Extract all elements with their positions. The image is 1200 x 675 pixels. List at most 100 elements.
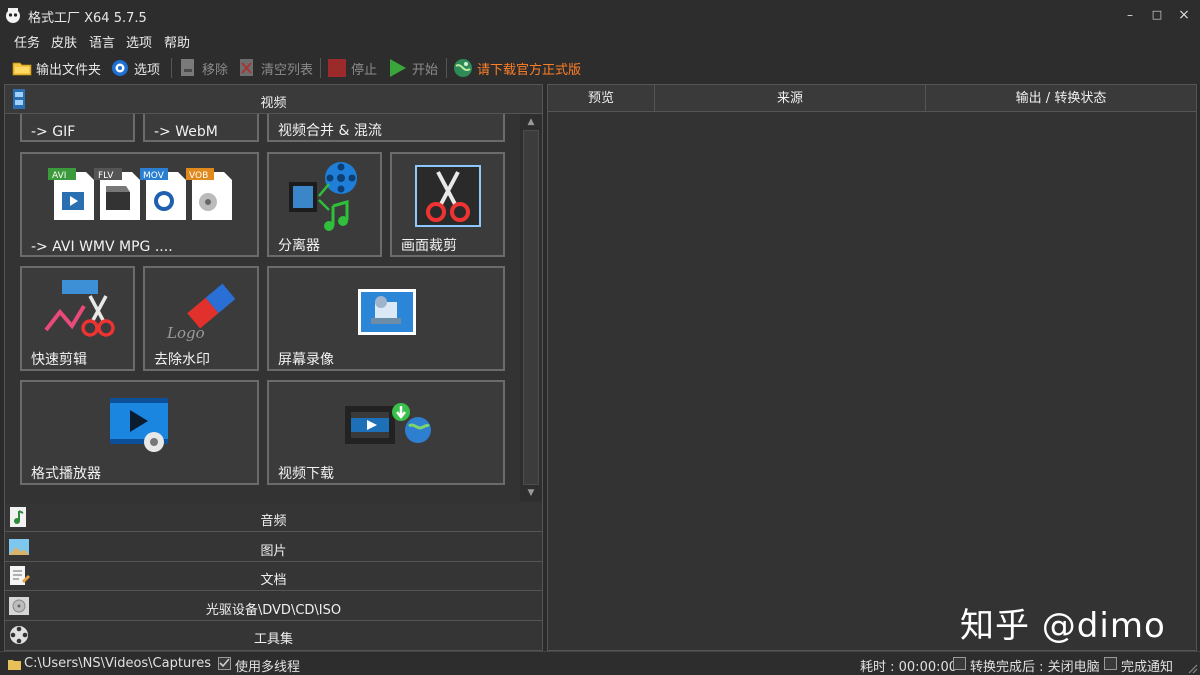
toolbar-divider [171,58,172,78]
stop-button[interactable]: 停止 [327,54,377,82]
tile-format-player[interactable]: 格式播放器 [20,380,259,485]
tiles-scrollbar[interactable]: ▲ ▼ [520,114,542,501]
menu-language[interactable]: 语言 [89,32,115,51]
remove-label: 移除 [202,62,229,78]
video-format-files-icon: AVI FLV MOV VOB [48,168,232,220]
tile-to-avi-label: -> AVI WMV MPG .... [31,239,173,255]
stop-label: 停止 [351,62,378,78]
media-player-icon [110,398,168,452]
svg-text:FLV: FLV [98,171,114,181]
tile-to-gif[interactable]: -> GIF [20,114,135,142]
remove-button[interactable]: 移除 [178,54,228,82]
category-tools[interactable]: 工具集 [5,621,542,650]
tile-remove-watermark[interactable]: Logo 去除水印 [143,266,259,371]
multithread-checkbox[interactable] [218,657,231,670]
after-convert-checkbox[interactable] [953,657,966,670]
scroll-up-arrow-icon[interactable]: ▲ [520,114,542,130]
tile-screen-record-label: 屏幕录像 [278,352,334,368]
tile-splitter-label: 分离器 [278,238,320,254]
scissors-crop-icon [415,165,481,227]
eraser-icon: Logo [166,283,236,342]
download-official-label: 请下载官方正式版 [477,62,582,78]
close-button[interactable]: × [1170,4,1198,26]
globe-icon [454,59,472,77]
category-disc[interactable]: 光驱设备\DVD\CD\ISO [5,592,542,621]
output-path[interactable]: C:\Users\NS\Videos\Captures [24,656,211,671]
minimize-button[interactable]: – [1116,4,1144,26]
notify-label: 完成通知 [1121,660,1174,675]
tile-format-player-label: 格式播放器 [31,466,101,482]
output-folder-label: 输出文件夹 [36,62,102,78]
menu-bar: 任务 皮肤 语言 选项 帮助 [0,30,1200,52]
status-bar: C:\Users\NS\Videos\Captures 使用多线程 耗时 : 0… [0,651,1200,675]
gear-icon [112,60,128,76]
toolbar: 输出文件夹 选项 移除 清空列表 停止 开始 请下载官方正式版 [0,52,1200,84]
stop-icon [328,59,346,77]
toolbar-divider [320,58,321,78]
category-video[interactable]: 视频 [5,85,542,114]
tile-splitter[interactable]: 分离器 [267,152,382,257]
checkmark-icon [219,658,230,668]
elapsed-time: 耗时 : 00:00:00 [860,660,958,675]
menu-options[interactable]: 选项 [126,32,152,51]
tile-crop[interactable]: 画面裁剪 [390,152,505,257]
document-remove-icon [181,59,194,76]
svg-text:VOB: VOB [189,171,208,181]
tile-remove-watermark-label: 去除水印 [154,352,210,368]
tile-crop-label: 画面裁剪 [401,238,457,254]
clear-list-label: 清空列表 [261,62,314,78]
start-button[interactable]: 开始 [388,54,438,82]
category-document[interactable]: 文档 [5,562,542,591]
menu-help[interactable]: 帮助 [164,32,190,51]
play-icon [390,59,406,77]
category-audio[interactable]: 音频 [5,503,542,532]
menu-skin[interactable]: 皮肤 [51,32,77,51]
category-video-label: 视频 [260,96,287,111]
column-source[interactable]: 来源 [655,85,926,112]
folder-icon [8,660,21,670]
folder-icon [12,62,32,76]
download-official-link[interactable]: 请下载官方正式版 [453,54,581,82]
function-panel: 视频 -> GIF -> WebM 视频合并 & 混流 AVI FLV MOV … [4,84,543,651]
app-logo-icon [6,8,20,23]
video-download-icon [345,403,431,444]
tile-quick-clip[interactable]: 快速剪辑 [20,266,135,371]
tile-video-download-label: 视频下载 [278,466,334,482]
start-label: 开始 [412,62,439,78]
scroll-thumb[interactable] [523,130,539,485]
options-button[interactable]: 选项 [110,54,160,82]
quick-clip-icon [44,280,115,337]
category-picture[interactable]: 图片 [5,533,542,562]
tile-quick-clip-label: 快速剪辑 [31,352,87,368]
maximize-button[interactable]: □ [1143,4,1171,26]
menu-task[interactable]: 任务 [14,32,40,51]
category-document-label: 文档 [260,573,287,588]
after-convert-label: 转换完成后 : 关闭电脑 [970,660,1100,675]
multithread-label: 使用多线程 [235,660,301,675]
clear-list-icon [240,59,253,76]
column-output-status[interactable]: 输出 / 转换状态 [926,85,1196,112]
category-disc-label: 光驱设备\DVD\CD\ISO [205,603,342,618]
window-title: 格式工厂 X64 5.7.5 [28,11,147,26]
output-folder-button[interactable]: 输出文件夹 [12,54,101,82]
scroll-down-arrow-icon[interactable]: ▼ [520,485,542,501]
tile-screen-record[interactable]: 屏幕录像 [267,266,505,371]
screen-record-icon [358,289,416,335]
resize-grip-icon[interactable] [1186,662,1198,674]
splitter-icon [289,162,357,231]
title-bar: 格式工厂 X64 5.7.5 – □ × [0,0,1200,30]
options-label: 选项 [134,62,161,78]
zhihu-watermark: 知乎 @dimo [960,606,1166,646]
tile-video-download[interactable]: 视频下载 [267,380,505,485]
tile-video-merge[interactable]: 视频合并 & 混流 [267,114,505,142]
category-audio-label: 音频 [260,514,287,529]
notify-checkbox[interactable] [1104,657,1117,670]
category-picture-label: 图片 [260,544,287,559]
column-preview[interactable]: 预览 [548,85,655,112]
tile-to-webm[interactable]: -> WebM [143,114,259,142]
svg-text:AVI: AVI [52,171,66,181]
clear-list-button[interactable]: 清空列表 [237,54,313,82]
tile-to-gif-label: -> GIF [31,124,76,140]
task-list-header: 预览 来源 输出 / 转换状态 [548,85,1196,112]
tile-to-avi-wmv-mpg[interactable]: AVI FLV MOV VOB -> AVI WMV MPG .... [20,152,259,257]
